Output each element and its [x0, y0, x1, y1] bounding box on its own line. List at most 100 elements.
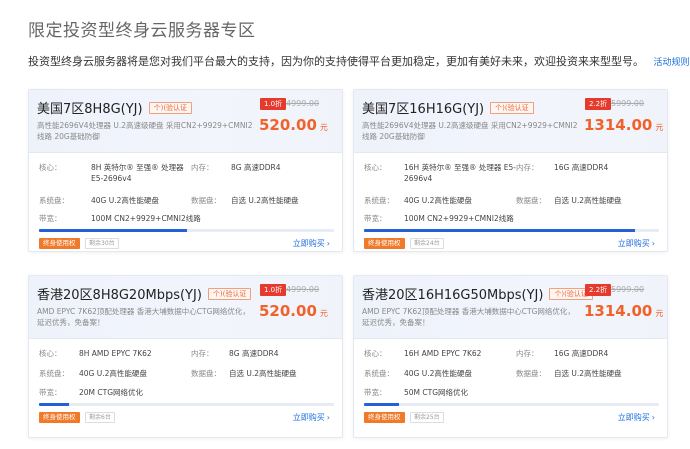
system-disk-label: 系统盘： [39, 196, 69, 205]
bandwidth-label: 带宽： [39, 214, 62, 223]
stock-tag: 剩余30台 [85, 238, 119, 249]
stock-progress [39, 229, 334, 232]
cpu-value: 8H 英特尔® 至强® 处理器 E5-2696v4 [91, 163, 184, 183]
stock-progress [39, 403, 334, 406]
price-value: 520.00 [259, 116, 317, 134]
buy-now-link[interactable]: 立即购买 › [293, 238, 330, 249]
original-price: 5999.00 [611, 99, 645, 108]
data-disk-value: 自选 U.2高性能硬盘 [554, 196, 622, 205]
intro-text: 投资型终身云服务器将是您对我们平台最大的支持，因为你的支持使得平台更加稳定，更加… [28, 53, 690, 69]
chevron-right-icon: › [651, 239, 655, 248]
bandwidth-label: 带宽： [364, 214, 387, 223]
buy-now-label: 立即购买 [292, 239, 325, 248]
card-header: 美国7区8H8G(YJ) 个)(验认证 高性能2696V4处理器 U.2高速级硬… [29, 90, 342, 153]
price-unit: 元 [319, 123, 328, 132]
bandwidth-value: 20M CTG网络优化 [79, 388, 144, 397]
card-header: 美国7区16H16G(YJ) 个)(验认证 高性能2696V4处理器 U.2高速… [354, 90, 667, 153]
original-price: 5999.00 [611, 285, 645, 294]
stock-tag: 剩余24台 [410, 238, 444, 249]
discount-badge: 1.0折 [260, 284, 287, 296]
system-disk-label: 系统盘： [39, 369, 69, 378]
buy-now-link[interactable]: 立即购买 › [293, 412, 330, 423]
card-title: 美国7区8H8G(YJ) 个)(验认证 [37, 98, 193, 117]
memory-value: 16G 高速DDR4 [554, 349, 609, 358]
cpu-value: 8H AMD EPYC 7K62 [79, 349, 152, 358]
card-title: 香港20区8H8G20Mbps(YJ) 个)(验认证 [37, 284, 252, 303]
price: 520.00 元 [259, 302, 328, 320]
price-unit: 元 [655, 309, 664, 318]
rules-link[interactable]: 活动规则› [654, 58, 690, 68]
card-title-text: 香港20区16H16G50Mbps(YJ) [362, 288, 544, 303]
bandwidth-label: 带宽： [364, 388, 387, 397]
data-disk-value: 自选 U.2高性能硬盘 [231, 196, 299, 205]
buy-now-label: 立即购买 [617, 239, 650, 248]
system-disk-value: 40G U.2高性能硬盘 [404, 369, 472, 378]
price-value: 1314.00 [584, 302, 653, 320]
memory-label: 内存： [191, 349, 214, 358]
card-description: 高性能2696V4处理器 U.2高速级硬盘 采用CN2+9929+CMNI2线路… [362, 121, 578, 141]
stock-progress-fill [39, 229, 187, 232]
price-unit: 元 [319, 309, 328, 318]
intro-message: 投资型终身云服务器将是您对我们平台最大的支持，因为你的支持使得平台更加稳定，更加… [28, 55, 644, 68]
memory-label: 内存： [191, 163, 214, 172]
verify-tag: 个)(验认证 [148, 101, 193, 114]
lifetime-badge: 终身使用权 [364, 238, 405, 249]
stock-tag: 剩余25台 [410, 412, 444, 423]
stock-progress [364, 403, 659, 406]
price: 520.00 元 [259, 116, 328, 134]
product-card: 美国7区8H8G(YJ) 个)(验认证 高性能2696V4处理器 U.2高速级硬… [28, 89, 343, 252]
cpu-value: 16H 英特尔® 至强® 处理器 E5-2696v4 [404, 163, 516, 183]
price: 1314.00 元 [584, 116, 663, 134]
memory-value: 16G 高速DDR4 [554, 163, 609, 172]
buy-now-link[interactable]: 立即购买 › [618, 412, 655, 423]
system-disk-value: 40G U.2高性能硬盘 [79, 369, 147, 378]
data-disk-label: 数据盘： [516, 369, 546, 378]
chevron-right-icon: › [326, 413, 330, 422]
cpu-label: 核心： [39, 349, 62, 358]
stock-progress [364, 229, 659, 232]
bandwidth-label: 带宽： [39, 388, 62, 397]
data-disk-label: 数据盘： [191, 369, 221, 378]
card-header: 香港20区16H16G50Mbps(YJ) 个)(验认证 AMD EPYC 7K… [354, 276, 667, 339]
memory-label: 内存： [516, 163, 539, 172]
card-title-text: 香港20区8H8G20Mbps(YJ) [37, 288, 202, 303]
price: 1314.00 元 [584, 302, 663, 320]
lifetime-badge: 终身使用权 [39, 238, 80, 249]
discount-badge: 2.2折 [585, 98, 612, 110]
original-price: 4999.00 [286, 99, 320, 108]
product-card: 美国7区16H16G(YJ) 个)(验认证 高性能2696V4处理器 U.2高速… [353, 89, 668, 252]
card-header: 香港20区8H8G20Mbps(YJ) 个)(验认证 AMD EPYC 7K62… [29, 276, 342, 339]
memory-value: 8G 高速DDR4 [229, 349, 279, 358]
buy-now-link[interactable]: 立即购买 › [618, 238, 655, 249]
bandwidth-value: 100M CN2+9929+CMNI2线路 [91, 214, 201, 223]
card-title-text: 美国7区16H16G(YJ) [362, 102, 485, 117]
discount-badge: 2.2折 [585, 284, 612, 296]
cpu-value: 16H AMD EPYC 7K62 [404, 349, 482, 358]
stock-tag: 剩余6台 [85, 412, 115, 423]
system-disk-value: 40G U.2高性能硬盘 [91, 196, 159, 205]
chevron-right-icon: › [326, 239, 330, 248]
system-disk-value: 40G U.2高性能硬盘 [404, 196, 472, 205]
bandwidth-value: 100M CN2+9929+CMNI2线路 [404, 214, 514, 223]
verify-tag: 个)(验认证 [207, 287, 252, 300]
card-description: AMD EPYC 7K62顶配处理器 香港大埔数据中心CTG网络优化，延迟优秀，… [37, 307, 250, 327]
rules-link-label: 活动规则 [653, 58, 690, 68]
original-price: 4999.00 [286, 285, 320, 294]
product-card: 香港20区16H16G50Mbps(YJ) 个)(验认证 AMD EPYC 7K… [353, 275, 668, 438]
stock-progress-fill [364, 403, 400, 406]
price-unit: 元 [655, 123, 664, 132]
price-value: 1314.00 [584, 116, 653, 134]
page-title: 限定投资型终身云服务器专区 [28, 21, 256, 41]
price-value: 520.00 [259, 302, 317, 320]
card-title: 香港20区16H16G50Mbps(YJ) 个)(验认证 [362, 284, 593, 303]
lifetime-badge: 终身使用权 [39, 412, 80, 423]
data-disk-label: 数据盘： [516, 196, 546, 205]
memory-label: 内存： [516, 349, 539, 358]
card-title-text: 美国7区8H8G(YJ) [37, 102, 143, 117]
stock-progress-fill [39, 403, 69, 406]
lifetime-badge: 终身使用权 [364, 412, 405, 423]
memory-value: 8G 高速DDR4 [231, 163, 281, 172]
buy-now-label: 立即购买 [292, 413, 325, 422]
product-card: 香港20区8H8G20Mbps(YJ) 个)(验认证 AMD EPYC 7K62… [28, 275, 343, 438]
chevron-right-icon: › [651, 413, 655, 422]
